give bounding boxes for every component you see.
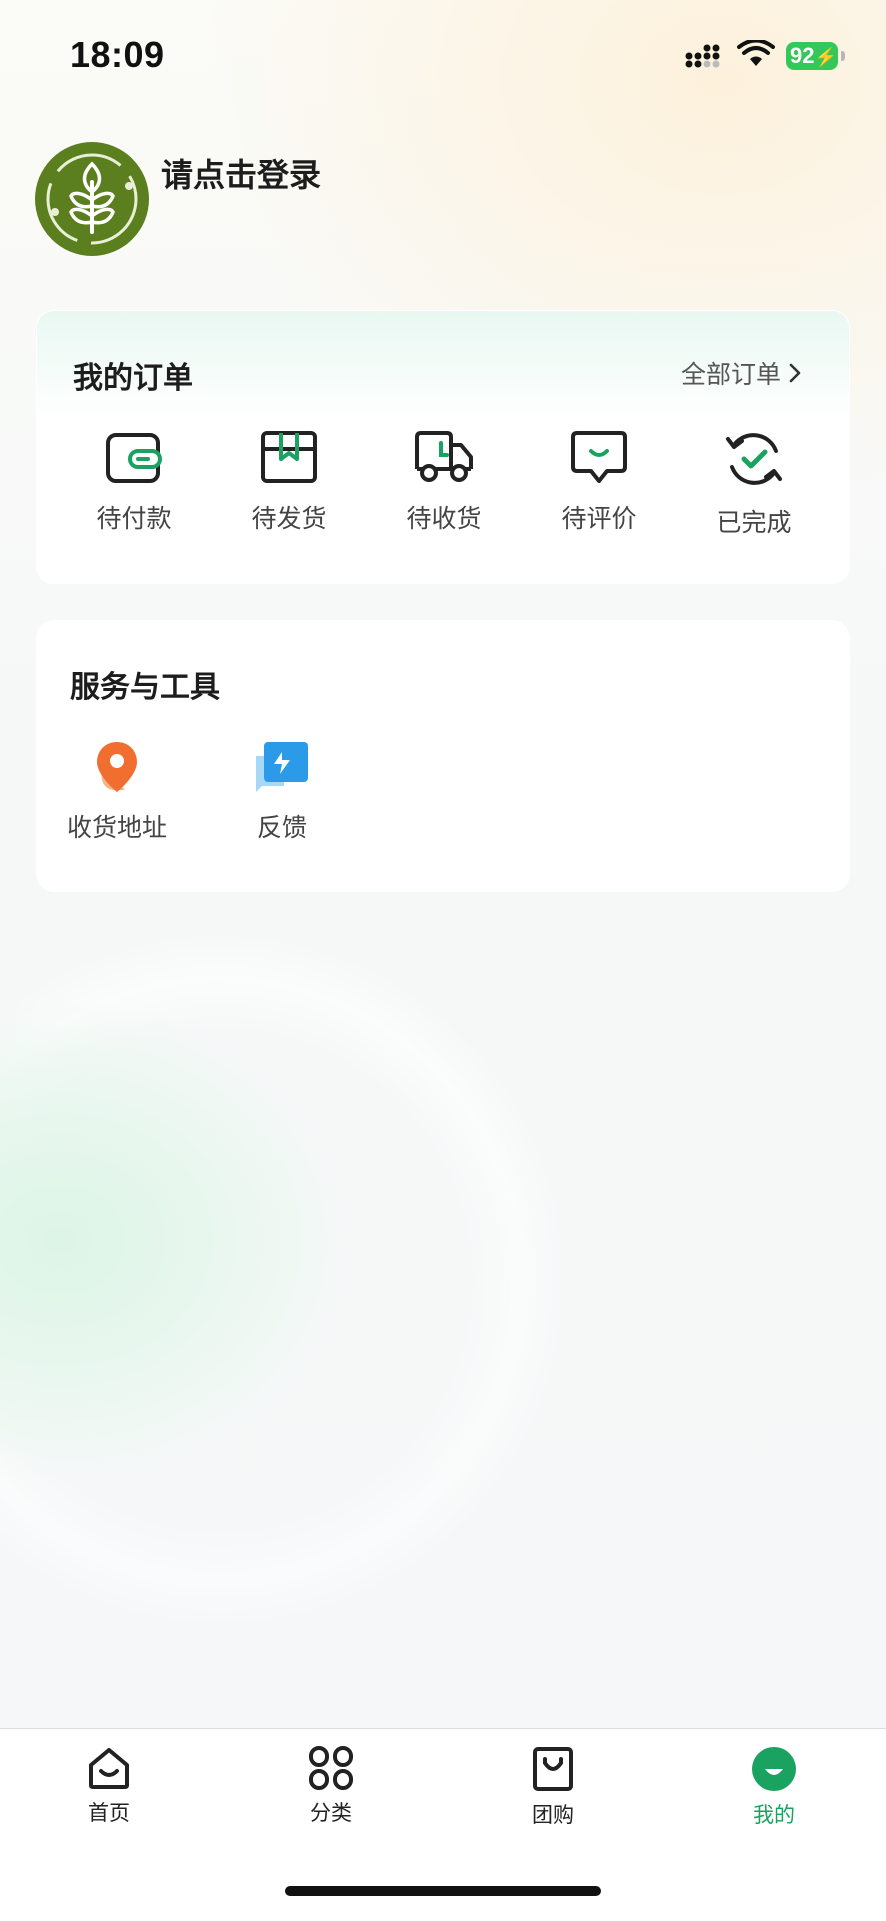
tools-card: 服务与工具 收货地址 反馈 <box>36 620 850 892</box>
tab-label: 分类 <box>310 1801 352 1825</box>
battery-cap <box>841 51 845 61</box>
wheat-logo-icon <box>46 153 138 245</box>
order-label: 待付款 <box>96 504 172 533</box>
tool-label: 反馈 <box>256 813 307 842</box>
tab-group-buy[interactable]: 团购 <box>493 1745 613 1829</box>
feedback-icon <box>256 742 308 792</box>
tool-feedback[interactable]: 反馈 <box>217 738 347 844</box>
avatar[interactable] <box>35 142 149 256</box>
login-prompt[interactable]: 请点击登录 <box>161 150 321 196</box>
order-pending-shipment[interactable]: 待发货 <box>219 429 359 535</box>
all-orders-link[interactable]: 全部订单 <box>681 355 801 391</box>
review-icon <box>571 431 627 483</box>
order-label: 待发货 <box>251 504 327 533</box>
order-pending-payment[interactable]: 待付款 <box>64 429 204 535</box>
home-indicator[interactable] <box>285 1886 601 1896</box>
order-pending-receipt[interactable]: 待收货 <box>374 429 514 535</box>
order-completed[interactable]: 已完成 <box>684 429 824 539</box>
signal-icon <box>685 44 720 68</box>
truck-icon <box>415 431 473 482</box>
tab-home[interactable]: 首页 <box>49 1745 169 1827</box>
tools-title: 服务与工具 <box>70 670 220 705</box>
wifi-icon <box>737 40 775 66</box>
order-pending-review[interactable]: 待评价 <box>529 429 669 535</box>
tab-label: 我的 <box>753 1803 795 1827</box>
battery-level: 92 <box>790 43 815 68</box>
tab-label: 首页 <box>88 1801 130 1825</box>
tab-label: 团购 <box>532 1803 574 1827</box>
tab-mine[interactable]: 我的 <box>714 1745 834 1829</box>
order-label: 已完成 <box>716 508 792 537</box>
wallet-icon <box>106 433 162 483</box>
chevron-right-icon <box>789 363 801 383</box>
orders-title: 我的订单 <box>73 361 193 396</box>
location-pin-icon <box>97 742 137 792</box>
home-icon <box>89 1748 129 1789</box>
tab-category[interactable]: 分类 <box>271 1745 391 1827</box>
order-label: 待收货 <box>406 504 482 533</box>
status-bar: 18:09 92⚡ <box>0 0 886 110</box>
all-orders-label: 全部订单 <box>680 360 781 389</box>
package-icon <box>261 431 317 483</box>
order-label: 待评价 <box>561 504 637 533</box>
orders-card: 我的订单 全部订单 待付款 待发货 待收货 待评价 已完成 <box>36 310 850 584</box>
completed-icon <box>726 433 782 485</box>
group-buy-bag-icon <box>533 1747 573 1791</box>
category-icon <box>309 1746 353 1790</box>
profile-smile-icon <box>752 1747 796 1791</box>
tool-label: 收货地址 <box>66 813 167 842</box>
battery-charging-icon: 92⚡ <box>786 42 838 70</box>
page-background <box>0 0 886 1920</box>
status-time: 18:09 <box>70 34 165 75</box>
tool-shipping-address[interactable]: 收货地址 <box>52 738 182 844</box>
